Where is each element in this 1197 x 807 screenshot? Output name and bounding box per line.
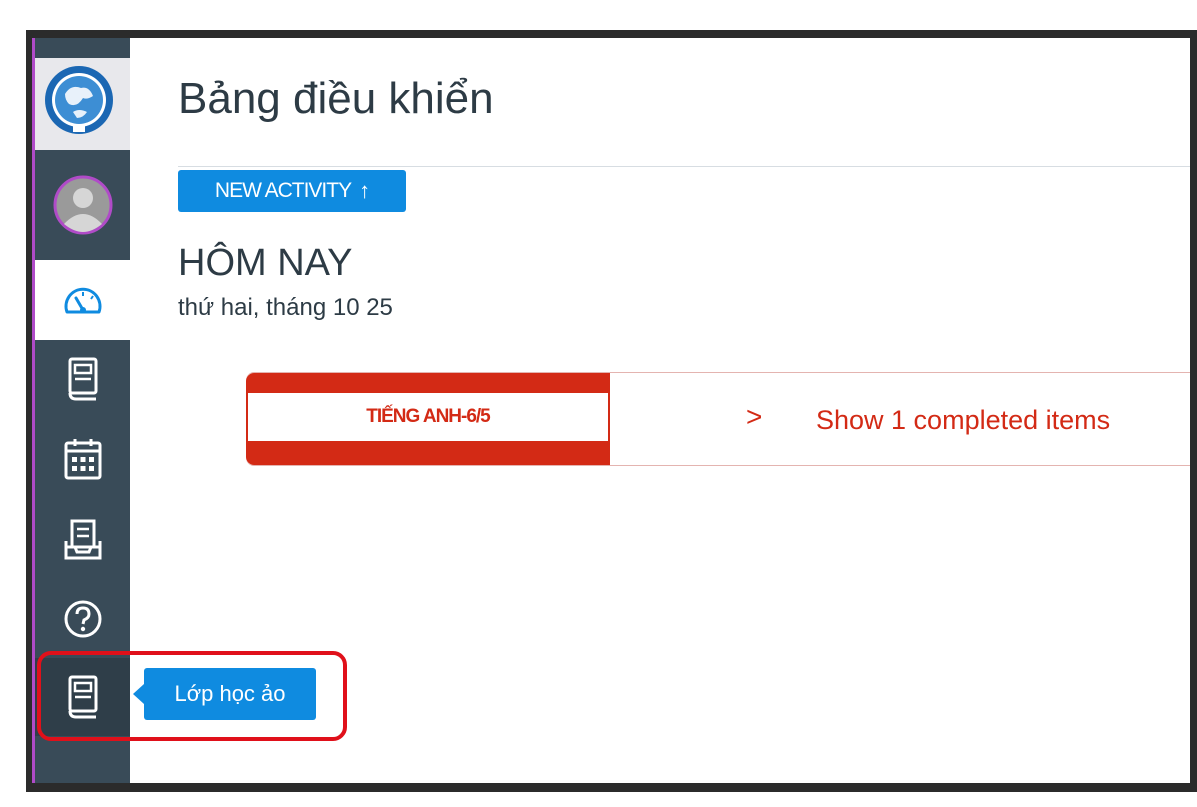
new-activity-label: NEW ACTIVITY — [214, 179, 352, 202]
sidebar-item-inbox[interactable] — [35, 500, 130, 580]
school-logo-icon — [45, 66, 113, 134]
course-name[interactable]: TIẾNG ANH-6/5 — [248, 393, 608, 441]
inbox-tray-icon — [64, 519, 101, 560]
annotation-highlight-box — [37, 651, 347, 741]
chevron-right-icon[interactable]: > — [746, 401, 762, 433]
calendar-icon — [64, 439, 101, 480]
today-date: thứ hai, tháng 10 25 — [178, 294, 393, 321]
arrow-up-icon: ↑ — [359, 178, 370, 203]
book-icon — [68, 357, 97, 401]
sidebar-item-dashboard[interactable] — [35, 260, 130, 340]
avatar-icon — [53, 175, 112, 235]
dashboard-gauge-icon — [64, 287, 101, 314]
course-tab[interactable]: TIẾNG ANH-6/5 — [246, 373, 610, 465]
planner-course-card: TIẾNG ANH-6/5 > Show 1 completed items — [246, 372, 1190, 466]
sidebar-item-account[interactable] — [35, 150, 130, 260]
school-logo[interactable] — [35, 58, 130, 150]
today-heading: HÔM NAY — [178, 242, 353, 284]
page-title: Bảng điều khiển — [178, 74, 494, 123]
sidebar-item-calendar[interactable] — [35, 418, 130, 500]
header-divider — [178, 166, 1190, 167]
sidebar-item-help[interactable] — [35, 580, 130, 658]
app-window: Bảng điều khiển NEW ACTIVITY ↑ HÔM NAY t… — [32, 38, 1190, 783]
window-edge — [32, 38, 35, 783]
show-completed-items-link[interactable]: Show 1 completed items — [816, 405, 1110, 436]
sidebar-item-courses[interactable] — [35, 340, 130, 418]
new-activity-button[interactable]: NEW ACTIVITY ↑ — [178, 170, 406, 212]
help-circle-icon — [64, 600, 101, 638]
